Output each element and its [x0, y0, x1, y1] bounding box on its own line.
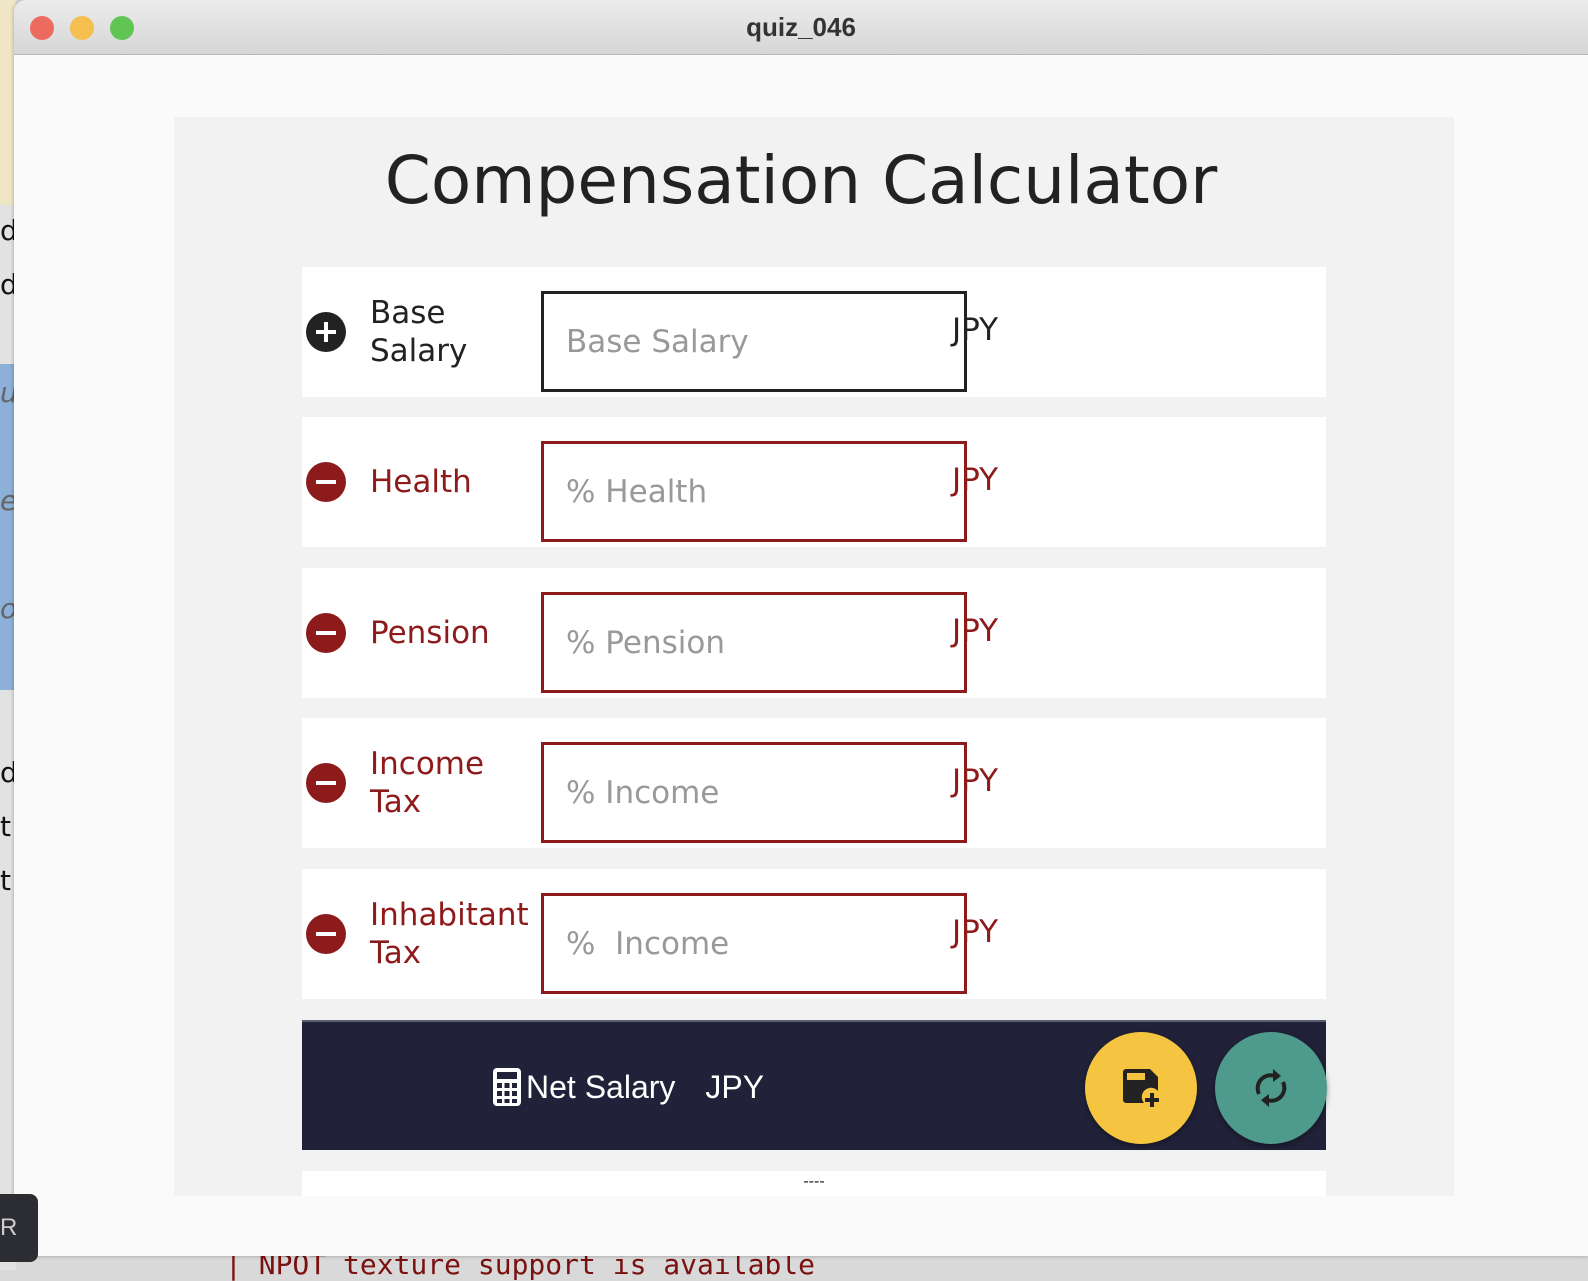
plus-circle-icon	[306, 312, 346, 352]
background-badge: R	[0, 1194, 38, 1262]
row-health: Health JPY	[302, 417, 1326, 547]
title-bar: quiz_046	[14, 0, 1588, 55]
row-income-tax: Income Tax JPY	[302, 718, 1326, 848]
income-tax-input[interactable]	[541, 742, 967, 843]
pension-input[interactable]	[541, 592, 967, 693]
row-label: Inhabitant Tax	[370, 897, 529, 971]
row-base-salary: Base Salary JPY	[302, 267, 1326, 397]
net-salary-bar: Net Salary JPY	[302, 1020, 1327, 1150]
unit-label: JPY	[952, 462, 999, 498]
minus-circle-icon	[306, 462, 346, 502]
window-title: quiz_046	[746, 12, 856, 42]
row-inhabitant-tax: Inhabitant Tax JPY	[302, 869, 1326, 999]
base-salary-input[interactable]	[541, 291, 967, 392]
net-salary-label: Net Salary	[526, 1068, 676, 1105]
page-title: Compensation Calculator	[384, 142, 1218, 219]
minus-circle-icon	[306, 763, 346, 803]
unit-label: JPY	[952, 763, 999, 799]
calculator-icon	[493, 1068, 521, 1106]
row-label: Income Tax	[370, 746, 485, 820]
row-label: Base Salary	[370, 295, 468, 369]
unit-label: JPY	[952, 914, 999, 950]
row-label: Pension	[370, 615, 490, 651]
reset-button[interactable]	[1215, 1032, 1327, 1144]
unit-label: JPY	[952, 312, 999, 348]
health-input[interactable]	[541, 441, 967, 542]
background-text: t	[0, 864, 11, 897]
minus-circle-icon	[306, 613, 346, 653]
minus-circle-icon	[306, 914, 346, 954]
row-label: Health	[370, 464, 472, 500]
save-add-icon	[1123, 1069, 1159, 1107]
background-text: t	[0, 810, 11, 843]
save-button[interactable]	[1085, 1032, 1197, 1144]
inhabitant-tax-input[interactable]	[541, 893, 967, 994]
net-salary: Net Salary JPY	[492, 1067, 764, 1107]
app-window: quiz_046 Compensation Calculator Base Sa…	[14, 0, 1588, 1256]
row-pension: Pension JPY	[302, 568, 1326, 698]
unit-label: JPY	[952, 613, 999, 649]
net-salary-unit: JPY	[705, 1068, 765, 1105]
refresh-icon	[1255, 1069, 1287, 1107]
result-footer: ----	[302, 1171, 1326, 1196]
